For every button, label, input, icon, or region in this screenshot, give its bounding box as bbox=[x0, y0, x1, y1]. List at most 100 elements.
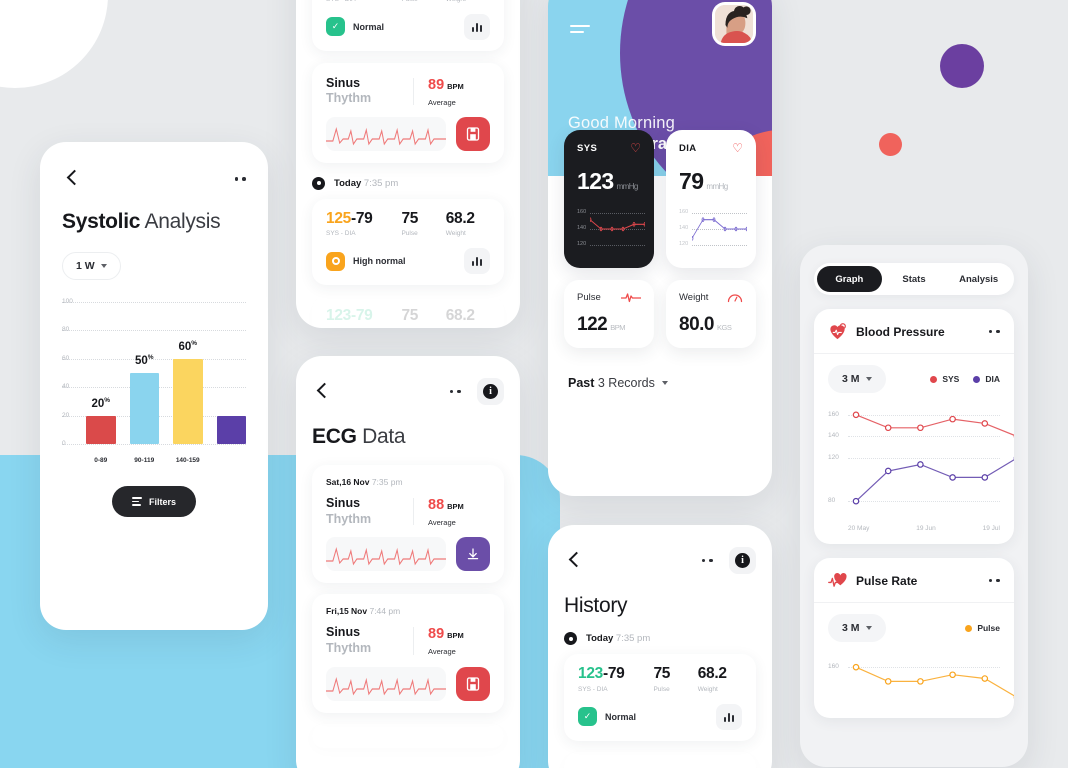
info-icon[interactable]: i bbox=[477, 378, 504, 405]
record-card-partial[interactable]: 123-79 SYS - DIA 75 Pulse 68.2 Weight ✓ bbox=[312, 0, 504, 51]
tab-analysis[interactable]: Analysis bbox=[946, 266, 1011, 292]
pulse-label: Pulse bbox=[401, 0, 445, 3]
record-footer: ✓ Normal bbox=[578, 703, 742, 730]
chevron-left-icon[interactable] bbox=[62, 168, 84, 190]
y-tick-label: 120 bbox=[577, 241, 587, 247]
bar-value-label: 60% bbox=[178, 339, 198, 353]
y-tick-label: 160 bbox=[828, 410, 839, 418]
legend-item-dia: DIA bbox=[973, 374, 1000, 384]
y-tick-label: 120 bbox=[828, 454, 839, 461]
more-options-icon[interactable] bbox=[988, 329, 1000, 334]
sinus-top: Sinus Thythm 89 BPM Average bbox=[326, 625, 490, 656]
weight-label: Weight bbox=[446, 0, 490, 3]
ecg-entry-faded bbox=[312, 723, 504, 748]
blood-pressure-x-axis: 20 May 19 Jun 19 Jul bbox=[848, 525, 1000, 532]
heart-icon[interactable]: ♡ bbox=[732, 142, 743, 154]
weight-card[interactable]: Weight 80.0 KGS bbox=[666, 280, 756, 348]
sinus-rhythm-card[interactable]: Sinus Thythm 89 BPM Average bbox=[312, 62, 504, 163]
pulse-rate-header: Pulse Rate bbox=[814, 558, 1014, 603]
bar-column[interactable]: 20% bbox=[86, 302, 116, 444]
pulse-range-selector[interactable]: 3 M bbox=[828, 614, 886, 642]
ecg-waveform[interactable] bbox=[326, 537, 446, 572]
bar[interactable] bbox=[173, 358, 203, 444]
analytics-tabs: Graph Stats Analysis bbox=[814, 263, 1014, 295]
bar-column[interactable]: 50% bbox=[129, 302, 159, 444]
sys-dia-value: 125-79 bbox=[326, 209, 373, 227]
dia-mini-chart: 160 140 120 bbox=[679, 205, 747, 247]
app-mockup-stage: Systolic Analysis 1 W 0 20 40 60 80 100 20% 50… bbox=[0, 0, 1068, 768]
status-badge: High normal bbox=[326, 251, 406, 271]
info-icon[interactable]: i bbox=[729, 547, 756, 574]
tab-graph[interactable]: Graph bbox=[817, 266, 882, 292]
record-card-today[interactable]: 125-79 SYS - DIA 75 Pulse 68.2 Weight Hi… bbox=[312, 198, 504, 286]
sys-dia-label: SYS - DIA bbox=[578, 685, 608, 693]
weight-value-row: 80.0 KGS bbox=[679, 314, 732, 335]
divider bbox=[413, 627, 414, 655]
sinus-top: Sinus Thythm 89 BPM Average bbox=[326, 76, 490, 107]
check-icon: ✓ bbox=[326, 17, 345, 36]
record-stats: 123-79 SYS - DIA 75 Pulse 68.2 Weight bbox=[578, 666, 742, 693]
pulse-card[interactable]: Pulse 122 BPM bbox=[564, 280, 654, 348]
info-glyph: i bbox=[483, 384, 498, 399]
y-tick-label: 80 bbox=[828, 497, 836, 505]
bar-chart-icon[interactable] bbox=[464, 248, 490, 275]
warning-ring-icon bbox=[326, 251, 345, 271]
bar-column[interactable]: 60% bbox=[173, 302, 203, 444]
pulse-rate-legend: Pulse bbox=[965, 623, 1000, 633]
grid-line bbox=[62, 444, 246, 445]
ecg-entry[interactable]: Sat,16 Nov 7:35 pm Sinus Thythm 88 BPM Ave… bbox=[312, 465, 504, 584]
hamburger-menu-icon[interactable] bbox=[570, 25, 590, 34]
dia-label: DIA bbox=[679, 142, 697, 154]
bar-chart-icon[interactable] bbox=[716, 703, 742, 730]
pulse-rate-title: Pulse Rate bbox=[856, 573, 918, 588]
sys-card[interactable]: SYS ♡ 123 mmHg 160 140 120 bbox=[564, 130, 654, 268]
pulse-value-row: 122 BPM bbox=[577, 314, 625, 335]
coral-dot-decoration bbox=[879, 133, 902, 156]
more-options-icon[interactable] bbox=[701, 558, 713, 563]
ecg-waveform[interactable] bbox=[326, 116, 446, 151]
sys-dia-label: SYS - DIA bbox=[326, 0, 401, 3]
range-selector[interactable]: 1 W bbox=[62, 252, 121, 280]
bar[interactable] bbox=[86, 415, 116, 444]
record-card[interactable]: 123-79 SYS - DIA 75 Pulse 68.2 Weight ✓ bbox=[564, 654, 756, 741]
filters-button[interactable]: Filters bbox=[112, 486, 196, 517]
bar[interactable] bbox=[216, 415, 246, 444]
weight-value: 68.2 bbox=[445, 307, 475, 325]
user-avatar[interactable] bbox=[712, 2, 756, 46]
pulse-value: 75 bbox=[401, 307, 419, 325]
legend-label: Pulse bbox=[977, 623, 1000, 633]
ecg-entry[interactable]: Fri,15 Nov 7:44 pm Sinus Thythm 89 BPM Ave… bbox=[312, 594, 504, 713]
save-document-icon[interactable] bbox=[456, 666, 490, 701]
systolic-header bbox=[62, 168, 246, 190]
bar-chart-icon[interactable] bbox=[464, 13, 490, 40]
save-document-icon[interactable] bbox=[456, 116, 490, 151]
chevron-left-icon[interactable] bbox=[312, 381, 334, 403]
chevron-left-icon[interactable] bbox=[564, 550, 586, 572]
pulse-rate-controls: 3 M Pulse bbox=[814, 603, 1014, 648]
record-stats: 125-79 SYS - DIA 75 Pulse 68.2 Weight bbox=[326, 211, 490, 238]
dia-card-top: DIA ♡ bbox=[679, 142, 743, 154]
sinus-name: Sinus Thythm bbox=[326, 496, 372, 526]
y-tick-label: 20 bbox=[62, 411, 70, 419]
more-options-icon[interactable] bbox=[449, 389, 461, 394]
download-icon[interactable] bbox=[456, 537, 490, 572]
past-records-selector[interactable]: Past 3 Records bbox=[568, 376, 668, 390]
info-glyph: i bbox=[735, 553, 750, 568]
chart-series bbox=[852, 663, 1014, 699]
weight-label: Weight bbox=[697, 685, 718, 693]
bp-range-selector[interactable]: 3 M bbox=[828, 365, 886, 393]
tab-stats[interactable]: Stats bbox=[882, 266, 947, 292]
y-tick-label: 140 bbox=[679, 225, 689, 231]
more-options-icon[interactable] bbox=[988, 578, 1000, 583]
heart-icon[interactable]: ♡ bbox=[630, 142, 641, 154]
sys-value-row: 123 mmHg bbox=[577, 168, 638, 194]
y-tick-label: 140 bbox=[577, 225, 587, 231]
bar[interactable] bbox=[129, 373, 159, 444]
pulse-label: Pulse bbox=[401, 230, 418, 238]
dia-card[interactable]: DIA ♡ 79 mmHg 160 140 120 bbox=[666, 130, 756, 268]
ecg-waveform[interactable] bbox=[326, 666, 446, 701]
bar-column[interactable] bbox=[216, 302, 246, 444]
page-title-bold: ECG bbox=[312, 425, 357, 448]
y-tick-label: 160 bbox=[577, 209, 587, 215]
more-options-icon[interactable] bbox=[234, 177, 246, 181]
